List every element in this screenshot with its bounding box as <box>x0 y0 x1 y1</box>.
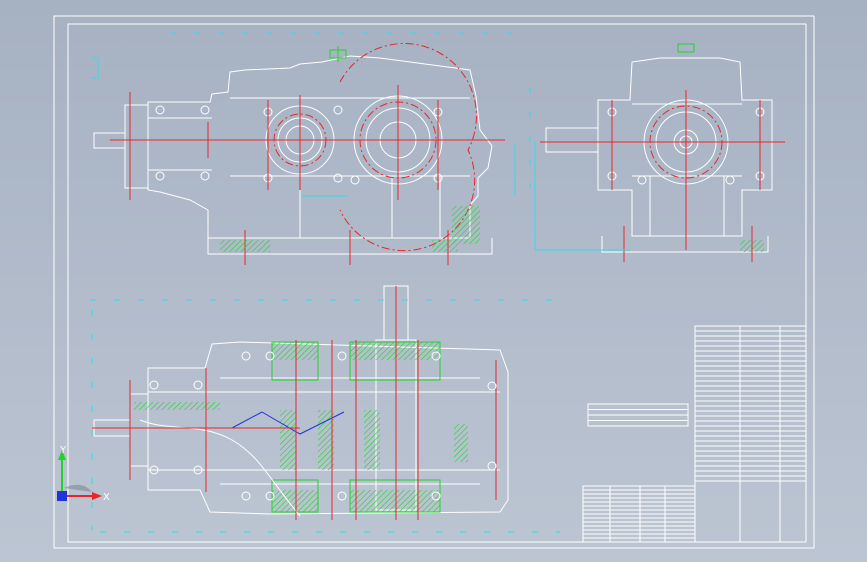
front-view <box>93 43 516 265</box>
drawing-border <box>53 15 815 549</box>
top-section-view <box>92 285 509 520</box>
cad-viewport[interactable]: Y X <box>0 0 867 562</box>
section-mark <box>92 57 99 79</box>
title-block <box>582 325 807 543</box>
side-view <box>534 43 785 262</box>
drawing-canvas[interactable]: Y X <box>0 0 867 562</box>
ucs-x-label: X <box>103 492 110 503</box>
ucs-y-label: Y <box>59 445 67 456</box>
ucs-icon: Y X <box>57 445 110 503</box>
